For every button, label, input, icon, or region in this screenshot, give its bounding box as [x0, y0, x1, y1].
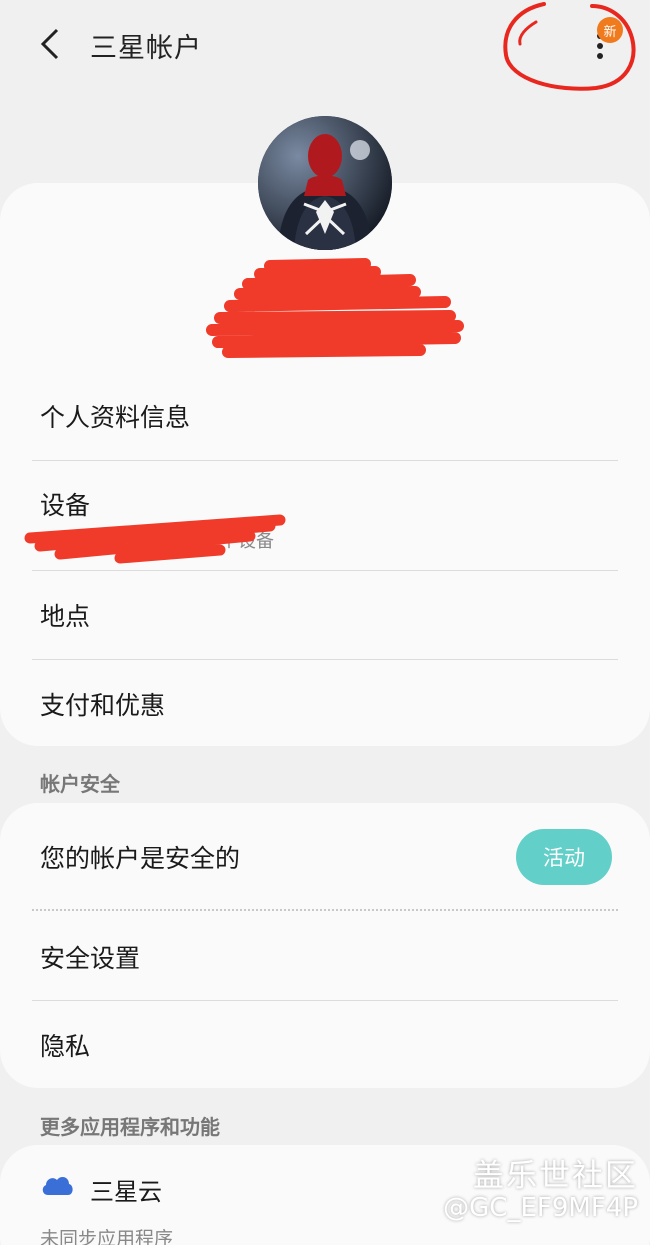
avatar-image: [258, 116, 392, 250]
new-badge: 新: [597, 17, 623, 43]
chevron-left-icon: [40, 28, 59, 60]
row-label: 隐私: [40, 1032, 91, 1061]
section-header-security: 帐户安全: [40, 772, 120, 796]
security-status-label: 您的帐户是安全的: [40, 844, 241, 873]
payment-row[interactable]: 支付和优惠: [0, 660, 650, 748]
row-label: 个人资料信息: [40, 403, 191, 432]
row-label: 地点: [40, 602, 91, 631]
row-label: 支付和优惠: [40, 691, 166, 720]
privacy-row[interactable]: 隐私: [0, 1001, 650, 1089]
page-title: 三星帐户: [90, 33, 202, 64]
divider: [32, 460, 618, 461]
samsung-cloud-label[interactable]: 三星云: [90, 1172, 162, 1207]
divider: [32, 909, 618, 911]
profile-info-row[interactable]: 个人资料信息: [0, 372, 650, 460]
profile-name-redaction: [206, 258, 464, 358]
activity-button[interactable]: 活动: [516, 829, 612, 885]
app-bar: 三星帐户 新: [0, 0, 650, 92]
section-header-more: 更多应用程序和功能: [40, 1115, 220, 1139]
cloud-icon: [42, 1176, 73, 1195]
scribble-annotation: [503, 2, 636, 91]
security-settings-row[interactable]: 安全设置: [0, 913, 650, 1001]
places-row[interactable]: 地点: [0, 571, 650, 659]
back-button[interactable]: [30, 24, 70, 64]
watermark-title: 盖乐世社区: [473, 1158, 638, 1194]
row-label: 安全设置: [40, 944, 141, 973]
watermark-handle: @GC_EF9MF4P: [443, 1193, 638, 1223]
device-count-redaction: [24, 514, 286, 564]
samsung-cloud-status: 未同步应用程序: [40, 1228, 174, 1245]
avatar[interactable]: [258, 116, 392, 250]
